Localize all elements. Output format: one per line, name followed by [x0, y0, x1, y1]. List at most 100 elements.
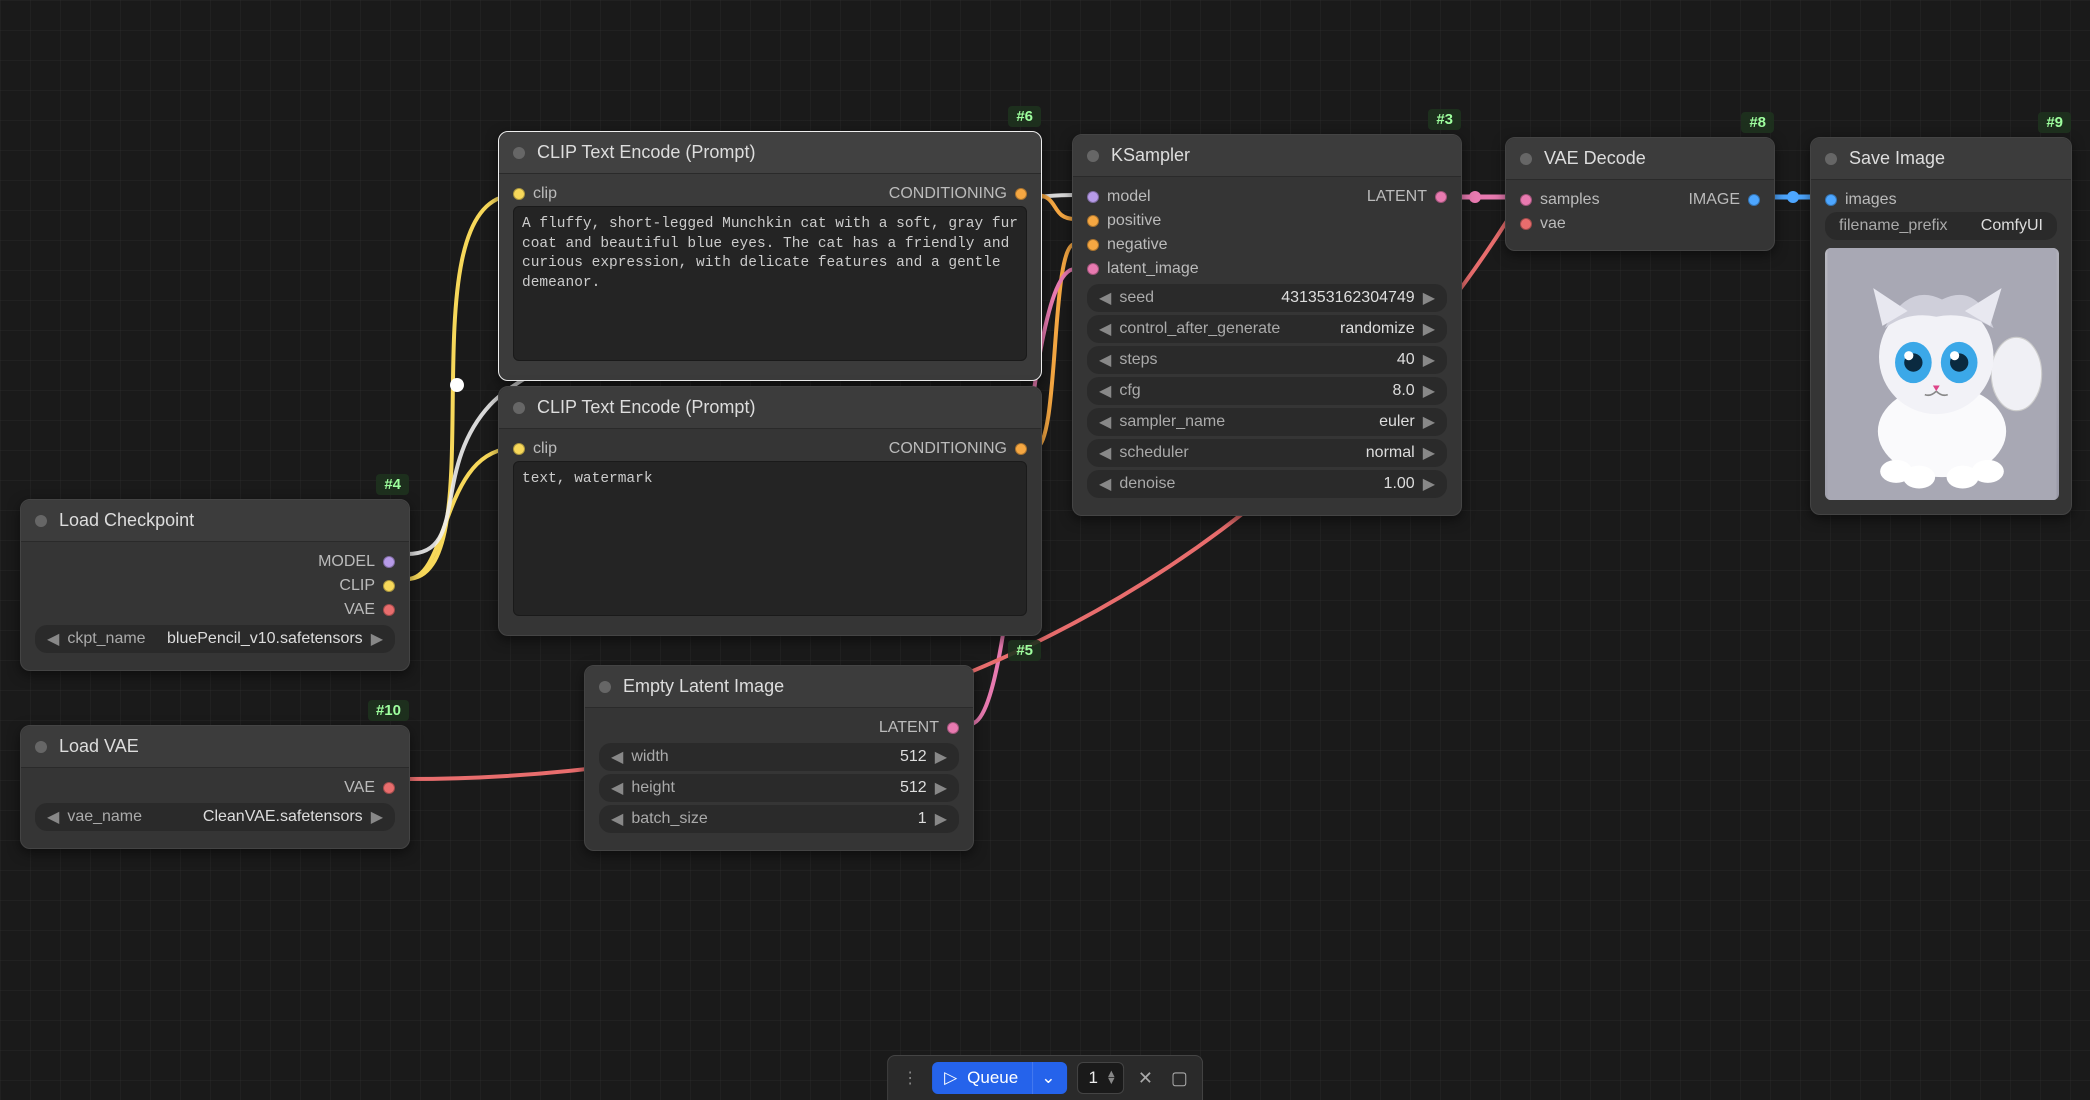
vae-name-widget[interactable]: ◀ vae_name CleanVAE.safetensors ▶	[35, 803, 395, 831]
port-clip[interactable]	[513, 443, 525, 455]
collapse-dot-icon[interactable]	[1520, 153, 1532, 165]
prompt-textarea[interactable]	[513, 461, 1027, 616]
port-image[interactable]	[1748, 194, 1760, 206]
widget-label: vae_name	[67, 808, 142, 826]
stop-icon[interactable]: ▢	[1167, 1064, 1192, 1093]
arrow-left-icon[interactable]: ◀	[1095, 319, 1115, 339]
node-header[interactable]: Save Image	[1811, 138, 2071, 180]
node-header[interactable]: KSampler	[1073, 135, 1461, 177]
node-clip-text-negative[interactable]: #5 CLIP Text Encode (Prompt) clip CONDIT…	[498, 386, 1042, 636]
arrow-left-icon[interactable]: ◀	[1095, 381, 1115, 401]
node-header[interactable]: Empty Latent Image	[585, 666, 973, 708]
arrow-right-icon[interactable]: ▶	[1419, 319, 1439, 339]
preview-image[interactable]	[1825, 248, 2059, 500]
node-empty-latent-image[interactable]: Empty Latent Image LATENT ◀width512▶ ◀he…	[584, 665, 974, 851]
chevron-down-icon[interactable]: ⌄	[1032, 1062, 1063, 1094]
port-positive[interactable]	[1087, 215, 1099, 227]
node-load-checkpoint[interactable]: #4 Load Checkpoint MODEL CLIP VAE ◀ ckpt…	[20, 499, 410, 671]
port-vae[interactable]	[383, 604, 395, 616]
arrow-right-icon[interactable]: ▶	[1419, 474, 1439, 494]
arrow-right-icon[interactable]: ▶	[367, 629, 387, 649]
scheduler-widget[interactable]: ◀schedulernormal▶	[1087, 439, 1447, 467]
batch-size-widget[interactable]: ◀batch_size1▶	[599, 805, 959, 833]
sampler-name-widget[interactable]: ◀sampler_nameeuler▶	[1087, 408, 1447, 436]
node-header[interactable]: Load VAE	[21, 726, 409, 768]
port-vae[interactable]	[1520, 218, 1532, 230]
node-header[interactable]: Load Checkpoint	[21, 500, 409, 542]
port-clip[interactable]	[513, 188, 525, 200]
width-widget[interactable]: ◀width512▶	[599, 743, 959, 771]
arrow-right-icon[interactable]: ▶	[1419, 288, 1439, 308]
port-images[interactable]	[1825, 194, 1837, 206]
port-negative[interactable]	[1087, 239, 1099, 251]
port-samples[interactable]	[1520, 194, 1532, 206]
arrow-left-icon[interactable]: ◀	[1095, 288, 1115, 308]
collapse-dot-icon[interactable]	[513, 402, 525, 414]
collapse-dot-icon[interactable]	[513, 147, 525, 159]
node-title: VAE Decode	[1544, 148, 1646, 169]
arrow-right-icon[interactable]: ▶	[1419, 381, 1439, 401]
arrow-left-icon[interactable]: ◀	[1095, 474, 1115, 494]
arrow-left-icon[interactable]: ◀	[607, 778, 627, 798]
port-conditioning[interactable]	[1015, 443, 1027, 455]
port-latent[interactable]	[1435, 191, 1447, 203]
arrow-left-icon[interactable]: ◀	[607, 809, 627, 829]
port-clip[interactable]	[383, 580, 395, 592]
control-after-generate-widget[interactable]: ◀control_after_generaterandomize▶	[1087, 315, 1447, 343]
arrow-right-icon[interactable]: ▶	[1419, 350, 1439, 370]
cfg-widget[interactable]: ◀cfg8.0▶	[1087, 377, 1447, 405]
seed-widget[interactable]: ◀seed431353162304749▶	[1087, 284, 1447, 312]
output-label-model: MODEL	[318, 553, 375, 571]
port-latent-image[interactable]	[1087, 263, 1099, 275]
node-id-badge: #3	[1428, 109, 1461, 130]
node-header[interactable]: CLIP Text Encode (Prompt)	[499, 132, 1041, 174]
arrow-left-icon[interactable]: ◀	[607, 747, 627, 767]
arrow-right-icon[interactable]: ▶	[931, 778, 951, 798]
drag-handle-icon[interactable]: ⋮	[898, 1068, 922, 1088]
collapse-dot-icon[interactable]	[599, 681, 611, 693]
node-header[interactable]: CLIP Text Encode (Prompt)	[499, 387, 1041, 429]
close-icon[interactable]: ✕	[1134, 1064, 1157, 1093]
node-clip-text-positive[interactable]: #6 CLIP Text Encode (Prompt) clip CONDIT…	[498, 131, 1042, 381]
port-model[interactable]	[1087, 191, 1099, 203]
arrow-left-icon[interactable]: ◀	[43, 807, 63, 827]
arrow-left-icon[interactable]: ◀	[1095, 443, 1115, 463]
node-header[interactable]: VAE Decode	[1506, 138, 1774, 180]
prompt-textarea[interactable]	[513, 206, 1027, 361]
collapse-dot-icon[interactable]	[35, 741, 47, 753]
batch-count-input[interactable]: 1 ▲ ▼	[1077, 1062, 1123, 1094]
arrow-right-icon[interactable]: ▶	[931, 809, 951, 829]
node-load-vae[interactable]: #10 Load VAE VAE ◀ vae_name CleanVAE.saf…	[20, 725, 410, 849]
arrow-right-icon[interactable]: ▶	[367, 807, 387, 827]
arrow-left-icon[interactable]: ◀	[1095, 412, 1115, 432]
port-latent[interactable]	[947, 722, 959, 734]
collapse-dot-icon[interactable]	[1087, 150, 1099, 162]
node-ksampler[interactable]: #3 KSampler model LATENT positive negati…	[1072, 134, 1462, 516]
port-conditioning[interactable]	[1015, 188, 1027, 200]
port-vae[interactable]	[383, 782, 395, 794]
ckpt-name-widget[interactable]: ◀ ckpt_name bluePencil_v10.safetensors ▶	[35, 625, 395, 653]
queue-button[interactable]: ▷ Queue ⌄	[932, 1062, 1067, 1094]
output-label-conditioning: CONDITIONING	[889, 185, 1007, 203]
port-model[interactable]	[383, 556, 395, 568]
arrow-right-icon[interactable]: ▶	[931, 747, 951, 767]
widget-label: filename_prefix	[1839, 217, 1948, 235]
steps-widget[interactable]: ◀steps40▶	[1087, 346, 1447, 374]
height-widget[interactable]: ◀height512▶	[599, 774, 959, 802]
arrow-right-icon[interactable]: ▶	[1419, 443, 1439, 463]
node-title: Empty Latent Image	[623, 676, 784, 697]
widget-value: normal	[1366, 444, 1415, 462]
arrow-left-icon[interactable]: ◀	[43, 629, 63, 649]
collapse-dot-icon[interactable]	[1825, 153, 1837, 165]
denoise-widget[interactable]: ◀denoise1.00▶	[1087, 470, 1447, 498]
collapse-dot-icon[interactable]	[35, 515, 47, 527]
stepper-down-icon[interactable]: ▼	[1106, 1078, 1117, 1085]
input-label-clip: clip	[533, 185, 557, 203]
node-save-image[interactable]: #9 Save Image images filename_prefix Com…	[1810, 137, 2072, 515]
filename-prefix-widget[interactable]: filename_prefix ComfyUI	[1825, 212, 2057, 240]
widget-label: steps	[1119, 351, 1157, 369]
arrow-right-icon[interactable]: ▶	[1419, 412, 1439, 432]
arrow-left-icon[interactable]: ◀	[1095, 350, 1115, 370]
node-vae-decode[interactable]: #8 VAE Decode samples IMAGE vae	[1505, 137, 1775, 251]
output-label-latent: LATENT	[1367, 188, 1427, 206]
